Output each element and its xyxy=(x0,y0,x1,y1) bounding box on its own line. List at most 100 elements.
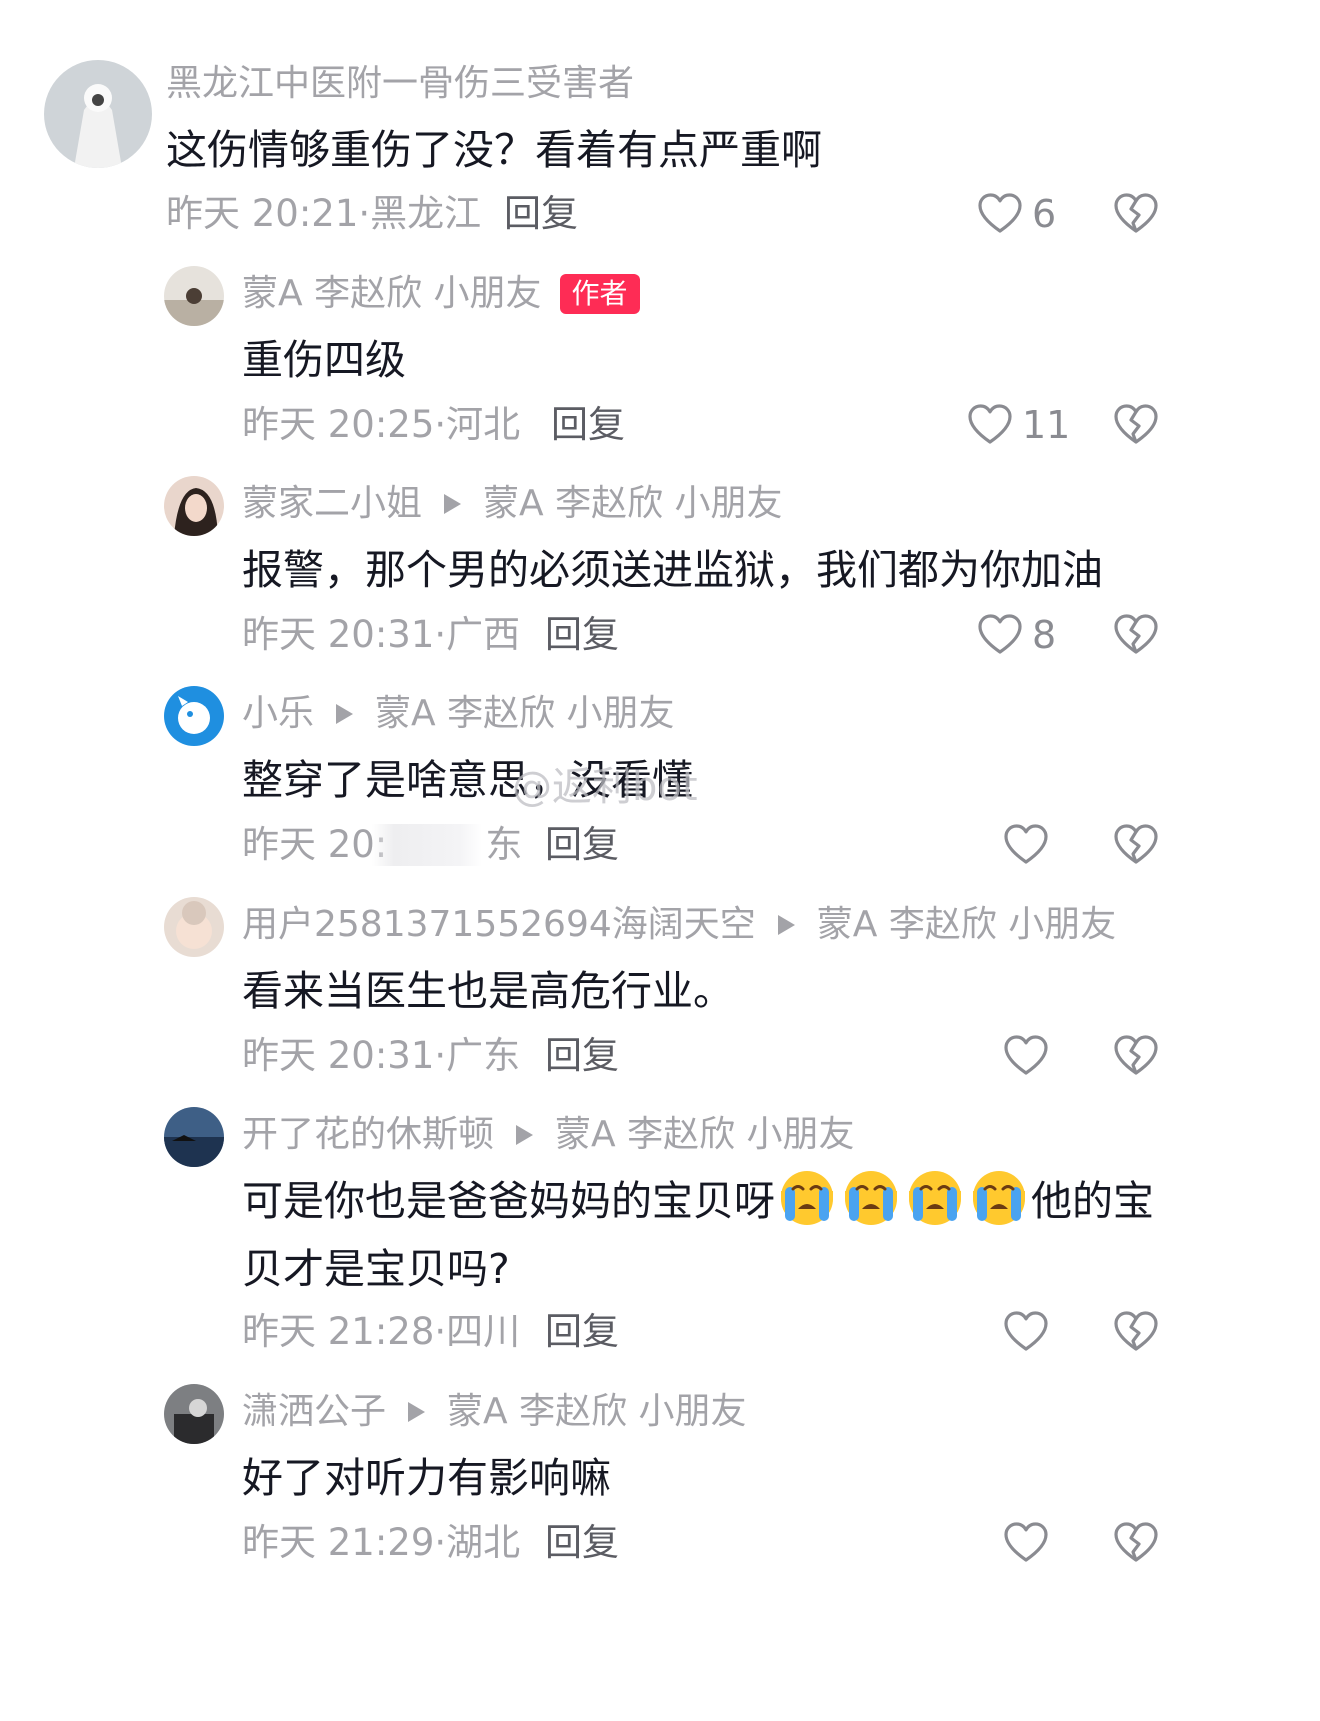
avatar[interactable] xyxy=(164,897,224,957)
timestamp: 昨天 20:21· xyxy=(166,192,371,235)
like-button[interactable] xyxy=(1002,1032,1050,1080)
timestamp: 昨天 20:31· xyxy=(242,1034,447,1077)
heart-outline-icon xyxy=(976,611,1024,659)
comment-meta: 昨天 20:21·黑龙江 xyxy=(166,192,481,236)
reply-button[interactable]: 回复 xyxy=(545,613,619,657)
broken-heart-icon xyxy=(1112,821,1160,869)
broken-heart-icon xyxy=(1112,1308,1160,1356)
comment-text: 可是你也是爸爸妈妈的宝贝呀 他的宝贝才是宝贝吗? xyxy=(242,1167,1162,1303)
reply-button[interactable]: 回复 xyxy=(551,403,625,447)
comment-text-part: 他的宝 xyxy=(1031,1177,1154,1225)
comment-text-part: 贝才是宝贝吗? xyxy=(242,1245,510,1293)
dislike-button[interactable] xyxy=(1112,821,1160,869)
username[interactable]: 开了花的休斯顿 蒙A 李赵欣 小朋友 xyxy=(242,1113,855,1157)
dislike-button[interactable] xyxy=(1112,1308,1160,1356)
username-text[interactable]: 蒙A 李赵欣 小朋友 xyxy=(242,272,542,316)
region: 东 xyxy=(485,823,523,866)
username-text[interactable]: 潇洒公子 xyxy=(242,1390,386,1434)
like-button[interactable] xyxy=(1002,1308,1050,1356)
comment-text-part: 可是你也是爸爸妈妈的宝贝呀 xyxy=(242,1177,775,1225)
timestamp: 昨天 21:29· xyxy=(242,1521,447,1564)
avatar[interactable] xyxy=(44,60,152,168)
reply-button[interactable]: 回复 xyxy=(545,823,619,867)
timestamp: 昨天 21:28· xyxy=(242,1310,447,1353)
crying-face-emoji xyxy=(843,1169,899,1225)
broken-heart-icon xyxy=(1112,611,1160,659)
timestamp: 昨天 20: xyxy=(242,823,388,866)
redaction-blur xyxy=(372,824,482,866)
timestamp: 昨天 20:25· xyxy=(242,403,447,446)
username-text[interactable]: 蒙家二小姐 xyxy=(242,482,422,526)
comment-text: 重伤四级 xyxy=(242,336,406,384)
reply-to-username[interactable]: 蒙A 李赵欣 小朋友 xyxy=(447,1390,747,1434)
broken-heart-icon xyxy=(1112,1519,1160,1567)
reply-to-username[interactable]: 蒙A 李赵欣 小朋友 xyxy=(375,692,675,736)
broken-heart-icon xyxy=(1112,1032,1160,1080)
username[interactable]: 小乐 蒙A 李赵欣 小朋友 xyxy=(242,692,675,736)
like-button[interactable]: 8 xyxy=(976,611,1056,659)
heart-outline-icon xyxy=(1002,1519,1050,1567)
heart-outline-icon xyxy=(1002,1308,1050,1356)
reply-to-username[interactable]: 蒙A 李赵欣 小朋友 xyxy=(555,1113,855,1157)
like-button[interactable] xyxy=(1002,1519,1050,1567)
crying-face-emoji xyxy=(907,1169,963,1225)
reply-button[interactable]: 回复 xyxy=(545,1034,619,1078)
reply-arrow-icon xyxy=(444,494,462,514)
like-button[interactable]: 6 xyxy=(976,190,1056,238)
broken-heart-icon xyxy=(1112,190,1160,238)
reply-arrow-icon xyxy=(777,915,795,935)
avatar[interactable] xyxy=(164,1107,224,1167)
username[interactable]: 蒙家二小姐 蒙A 李赵欣 小朋友 xyxy=(242,482,783,526)
reply-arrow-icon xyxy=(336,704,354,724)
broken-heart-icon xyxy=(1112,401,1160,449)
dislike-button[interactable] xyxy=(1112,611,1160,659)
username-text[interactable]: 小乐 xyxy=(242,692,314,736)
heart-outline-icon xyxy=(976,190,1024,238)
watermark: @返利bot xyxy=(512,764,698,810)
comment-text: 报警，那个男的必须送进监狱，我们都为你加油 xyxy=(242,546,1103,594)
like-button[interactable] xyxy=(1002,821,1050,869)
comment-meta: 昨天 20:31·广东 xyxy=(242,1034,520,1078)
username-text[interactable]: 用户2581371552694海阔天空 xyxy=(242,903,756,947)
dislike-button[interactable] xyxy=(1112,1519,1160,1567)
avatar[interactable] xyxy=(164,1384,224,1444)
comment-text: 好了对听力有影响嘛 xyxy=(242,1454,611,1502)
avatar[interactable] xyxy=(164,476,224,536)
like-count: 6 xyxy=(1032,192,1057,236)
username-text[interactable]: 黑龙江中医附一骨伤三受害者 xyxy=(166,62,634,106)
like-button[interactable]: 11 xyxy=(966,401,1070,449)
region: 河北 xyxy=(446,403,521,446)
region: 湖北 xyxy=(446,1521,521,1564)
comment-text: 看来当医生也是高危行业。 xyxy=(242,967,734,1015)
region: 广东 xyxy=(446,1034,521,1077)
username-text[interactable]: 开了花的休斯顿 xyxy=(242,1113,494,1157)
reply-to-username[interactable]: 蒙A 李赵欣 小朋友 xyxy=(817,903,1117,947)
username[interactable]: 潇洒公子 蒙A 李赵欣 小朋友 xyxy=(242,1390,747,1434)
dislike-button[interactable] xyxy=(1112,1032,1160,1080)
avatar[interactable] xyxy=(164,686,224,746)
reply-to-username[interactable]: 蒙A 李赵欣 小朋友 xyxy=(483,482,783,526)
like-count: 8 xyxy=(1032,613,1057,657)
crying-face-emoji xyxy=(779,1169,835,1225)
avatar[interactable] xyxy=(164,266,224,326)
dislike-button[interactable] xyxy=(1112,401,1160,449)
comment-meta: 昨天 20:25·河北 xyxy=(242,403,520,447)
comment-text: 这伤情够重伤了没？看着有点严重啊 xyxy=(166,126,822,174)
region: 四川 xyxy=(446,1310,521,1353)
reply-button[interactable]: 回复 xyxy=(545,1521,619,1565)
username[interactable]: 黑龙江中医附一骨伤三受害者 xyxy=(166,62,634,106)
reply-arrow-icon xyxy=(408,1402,426,1422)
heart-outline-icon xyxy=(1002,1032,1050,1080)
comment-meta: 昨天 21:28·四川 xyxy=(242,1310,520,1354)
reply-button[interactable]: 回复 xyxy=(545,1310,619,1354)
comment-meta: 昨天 20:31·广西 xyxy=(242,613,520,657)
crying-face-emoji xyxy=(971,1169,1027,1225)
dislike-button[interactable] xyxy=(1112,190,1160,238)
like-count: 11 xyxy=(1022,403,1071,447)
reply-arrow-icon xyxy=(516,1125,534,1145)
username[interactable]: 用户2581371552694海阔天空 蒙A 李赵欣 小朋友 xyxy=(242,903,1116,947)
username[interactable]: 蒙A 李赵欣 小朋友 作者 xyxy=(242,272,640,316)
region: 黑龙江 xyxy=(370,192,482,235)
reply-button[interactable]: 回复 xyxy=(504,192,578,236)
timestamp: 昨天 20:31· xyxy=(242,613,447,656)
